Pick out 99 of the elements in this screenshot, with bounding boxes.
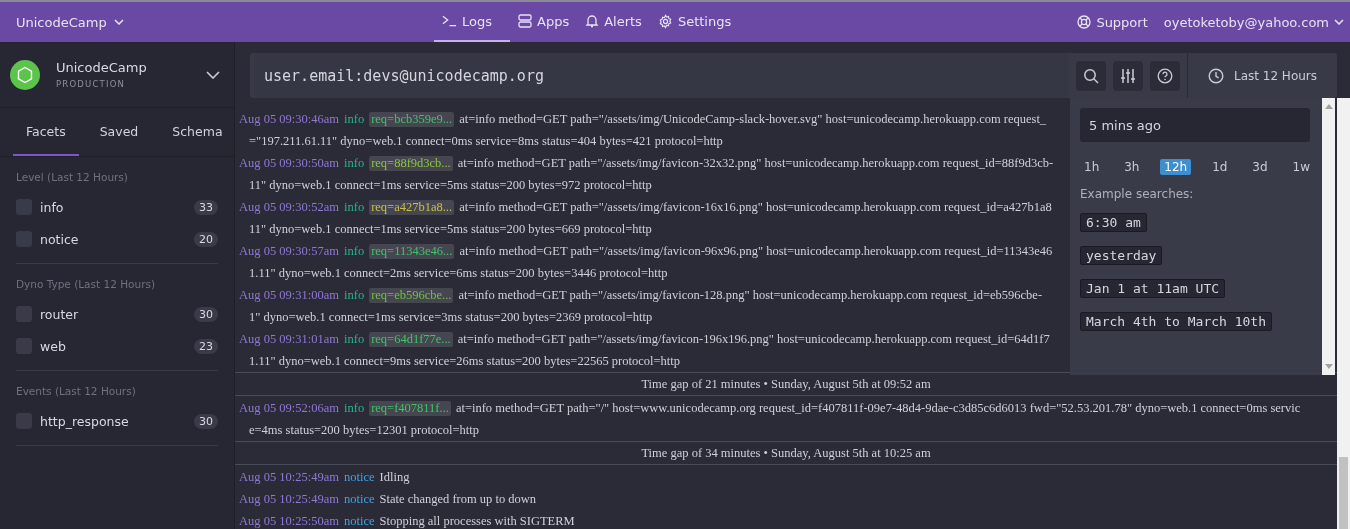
request-id-tag[interactable]: req=bcb359e9... — [369, 111, 455, 127]
request-id-tag[interactable]: req=64d1f77e... — [369, 331, 453, 347]
log-message: State changed from up to down — [379, 491, 537, 507]
log-timestamp: Aug 05 10:25:49am — [239, 491, 339, 507]
log-timestamp: Aug 05 09:30:46am — [239, 111, 339, 127]
nav-tab[interactable]: Settings — [649, 2, 740, 42]
log-message: ="197.211.61.11" dyno=web.1 connect=0ms service=8ms status=404 bytes=421 protocol=http — [249, 133, 723, 150]
range-option[interactable]: 1d — [1208, 159, 1232, 175]
scrollbar[interactable] — [1337, 98, 1350, 529]
help-button[interactable] — [1150, 60, 1180, 91]
log-level: info — [344, 400, 365, 416]
log-level: notice — [344, 491, 375, 507]
facet-label: info — [40, 199, 65, 215]
sidebar-tab[interactable]: Facets — [13, 108, 79, 156]
sidebar-tab[interactable]: Schema — [159, 108, 236, 156]
example-search-chip[interactable]: yesterday — [1080, 246, 1163, 265]
log-timestamp: Aug 05 10:25:49am — [239, 469, 339, 485]
facet-label: router — [40, 306, 80, 322]
facet-group-title: Dyno Type (Last 12 Hours) — [16, 278, 157, 290]
log-level: info — [344, 331, 365, 347]
log-message: Stopping all processes with SIGTERM — [379, 513, 575, 529]
help-icon — [1157, 67, 1173, 84]
clock-icon — [1207, 67, 1224, 84]
range-option[interactable]: 1w — [1288, 159, 1314, 175]
app-name: UnicodeCamp — [56, 60, 148, 75]
environment-label: PRODUCTION — [56, 79, 127, 89]
log-message: at=info method=GET path="/assets/img/favicon-96x96.png" host=unicodecamp.herokuapp.com request_id=11343e46 — [459, 243, 1053, 259]
example-search-chip[interactable]: Jan 1 at 11am UTC — [1080, 279, 1226, 298]
search-button[interactable] — [1076, 60, 1106, 91]
search-bar[interactable]: user.email:devs@unicodecamp.org Last 12 Hours — [250, 53, 1337, 98]
search-icon — [1083, 67, 1099, 84]
facet-group-title: Events (Last 12 Hours) — [16, 385, 137, 397]
facet-group-title: Level (Last 12 Hours) — [16, 171, 129, 183]
log-timestamp: Aug 05 10:25:50am — [239, 513, 339, 529]
terminal-icon — [442, 15, 457, 27]
request-id-tag[interactable]: req=f407811f... — [369, 400, 451, 416]
log-message: 1" dyno=web.1 connect=1ms service=3ms status=200 bytes=2369 protocol=http — [249, 309, 653, 326]
examples-heading: Example searches: — [1080, 187, 1194, 201]
bell-icon — [585, 14, 600, 28]
nav-tab[interactable]: Alerts — [577, 2, 650, 42]
time-gap-divider: Time gap of 34 minutes • Sunday, August 5th at 10:25 am — [235, 441, 1337, 465]
log-level: info — [344, 111, 365, 127]
log-timestamp: Aug 05 09:30:52am — [239, 199, 339, 215]
user-menu[interactable]: oyetoketoby@yahoo.com — [1163, 14, 1344, 30]
facet-count: 33 — [194, 199, 218, 215]
log-message: 11" dyno=web.1 connect=1ms service=5ms status=200 bytes=669 protocol=http — [249, 221, 652, 238]
chevron-down-icon — [113, 19, 124, 25]
facet-label: web — [40, 338, 67, 354]
nav-tab[interactable]: Apps — [510, 2, 578, 42]
range-option[interactable]: 3d — [1248, 159, 1272, 175]
server-stack-icon — [518, 14, 532, 28]
log-message: Idling — [379, 469, 410, 485]
support-link[interactable]: Support — [1077, 14, 1148, 30]
log-timestamp: Aug 05 09:31:01am — [239, 331, 339, 347]
request-id-tag[interactable]: req=eb596cbe... — [369, 287, 454, 303]
log-timestamp: Aug 05 09:31:00am — [239, 287, 339, 303]
log-message: at=info method=GET path="/assets/img/favicon-196x196.png" host=unicodecamp.herokuapp.com request_id=64d1f7 — [457, 331, 1050, 347]
log-level: info — [344, 243, 365, 259]
scrollbar[interactable] — [1322, 98, 1335, 375]
log-message: e=4ms status=200 bytes=12301 protocol=http — [249, 422, 479, 439]
log-timestamp: Aug 05 09:30:57am — [239, 243, 339, 259]
app-logo-icon — [10, 59, 40, 90]
range-option[interactable]: 1h — [1080, 159, 1104, 175]
facet-count: 20 — [194, 231, 218, 247]
facet-count: 30 — [194, 306, 218, 322]
log-level: notice — [344, 469, 375, 485]
lifebuoy-icon — [1077, 15, 1092, 29]
log-level: info — [344, 287, 365, 303]
log-timestamp: Aug 05 09:30:50am — [239, 155, 339, 171]
range-option[interactable]: 3h — [1120, 159, 1144, 175]
log-timestamp: Aug 05 09:52:06am — [239, 400, 339, 416]
log-message: at=info method=GET path="/assets/img/favicon-16x16.png" host=unicodecamp.herokuapp.com request_id=a427b1a8 — [459, 199, 1052, 215]
log-message: at=info method=GET path="/assets/img/UnicodeCamp-slack-hover.svg" host=unicodecamp.herokuapp.com request_ — [459, 111, 1047, 127]
log-level: info — [344, 199, 365, 215]
log-message: at=info method=GET path="/assets/img/favicon-32x32.png" host=unicodecamp.herokuapp.com request_id=88f9d3cb- — [457, 155, 1054, 171]
example-search-chip[interactable]: March 4th to March 10th — [1080, 312, 1272, 331]
facet-count: 23 — [194, 338, 218, 354]
time-input-field[interactable]: 5 mins ago — [1080, 108, 1310, 142]
log-level: info — [344, 155, 365, 171]
app-switcher[interactable]: UnicodeCamp — [16, 14, 124, 30]
request-id-tag[interactable]: req=88f9d3cb... — [369, 155, 453, 171]
log-message: 11" dyno=web.1 connect=1ms service=5ms status=200 bytes=972 protocol=http — [249, 177, 652, 194]
chevron-down-icon[interactable] — [206, 70, 220, 79]
facet-label: http_response — [40, 413, 130, 429]
request-id-tag[interactable]: req=a427b1a8... — [369, 199, 455, 215]
log-message: 1.11" dyno=web.1 connect=2ms service=6ms status=200 bytes=3446 protocol=http — [249, 265, 668, 282]
settings-icon — [657, 13, 673, 29]
chevron-down-icon — [1334, 19, 1344, 25]
log-message: at=info method=GET path="/assets/img/favicon-128.png" host=unicodecamp.herokuapp.com request_id=eb596cbe- — [458, 287, 1043, 303]
request-id-tag[interactable]: req=11343e46... — [369, 243, 455, 259]
log-message: 1.11" dyno=web.1 connect=9ms service=26ms status=200 bytes=22565 protocol=http — [249, 353, 680, 370]
example-search-chip[interactable]: 6:30 am — [1080, 213, 1147, 232]
facet-count: 30 — [194, 413, 218, 429]
log-level: notice — [344, 513, 375, 529]
sliders-icon — [1120, 67, 1136, 84]
log-message: at=info method=GET path="/" host=www.unicodecamp.org request_id=f407811f-09e7-48d4-9dae-c3d85c6d6013 fwd="52.53.201.78" dyno=web.1 connect=0ms servic — [455, 400, 1301, 416]
filter-button[interactable] — [1113, 60, 1143, 91]
sidebar-tab[interactable]: Saved — [86, 108, 152, 156]
facet-label: notice — [40, 231, 80, 247]
